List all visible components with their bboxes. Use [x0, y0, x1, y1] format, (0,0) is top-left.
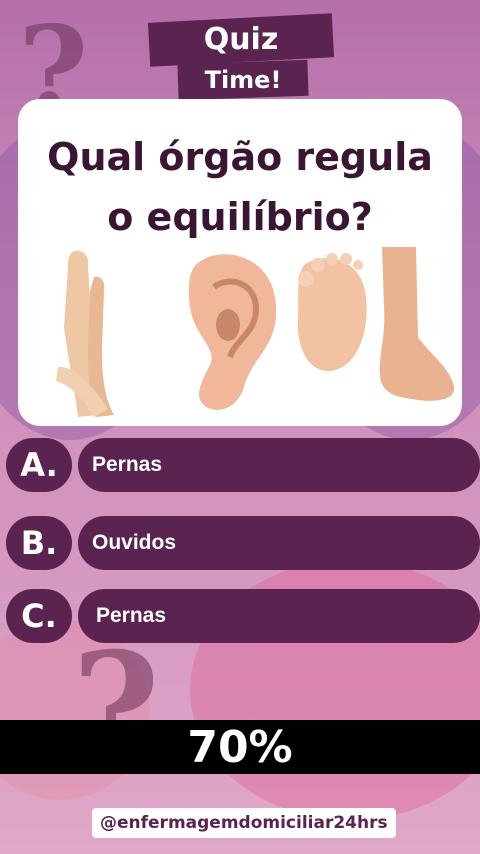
progress-bar: 70%	[0, 720, 480, 774]
option-c[interactable]: C. Pernas	[0, 588, 480, 644]
foot-side-image	[379, 247, 455, 401]
option-c-label: Pernas	[96, 604, 167, 627]
option-b-letter: B.	[6, 516, 72, 570]
social-handle: @enfermagemdomiciliar24hrs	[92, 808, 396, 838]
question-text: Qual órgão regula o equilíbrio?	[18, 127, 462, 247]
option-a-letter: A.	[6, 438, 72, 492]
question-line-1: Qual órgão regula	[47, 135, 433, 179]
legs-image	[56, 250, 114, 417]
question-line-2: o equilíbrio?	[107, 195, 373, 239]
option-c-letter: C.	[6, 589, 72, 643]
title-quiz: Quiz	[203, 22, 279, 57]
title-time: Time!	[204, 66, 282, 94]
ear-image	[188, 254, 277, 410]
option-a-label: Pernas	[92, 453, 163, 476]
sole-of-foot-image	[297, 253, 367, 371]
option-b[interactable]: B. Ouvidos	[0, 515, 480, 571]
option-a-button[interactable]: Pernas	[78, 438, 480, 492]
option-a[interactable]: A. Pernas	[0, 437, 480, 493]
option-c-button[interactable]: Pernas	[78, 589, 480, 643]
progress-percent: 70%	[187, 721, 293, 773]
option-b-label: Ouvidos	[92, 531, 177, 554]
question-card: Qual órgão regula o equilíbrio?	[18, 99, 462, 426]
option-b-button[interactable]: Ouvidos	[78, 516, 480, 570]
